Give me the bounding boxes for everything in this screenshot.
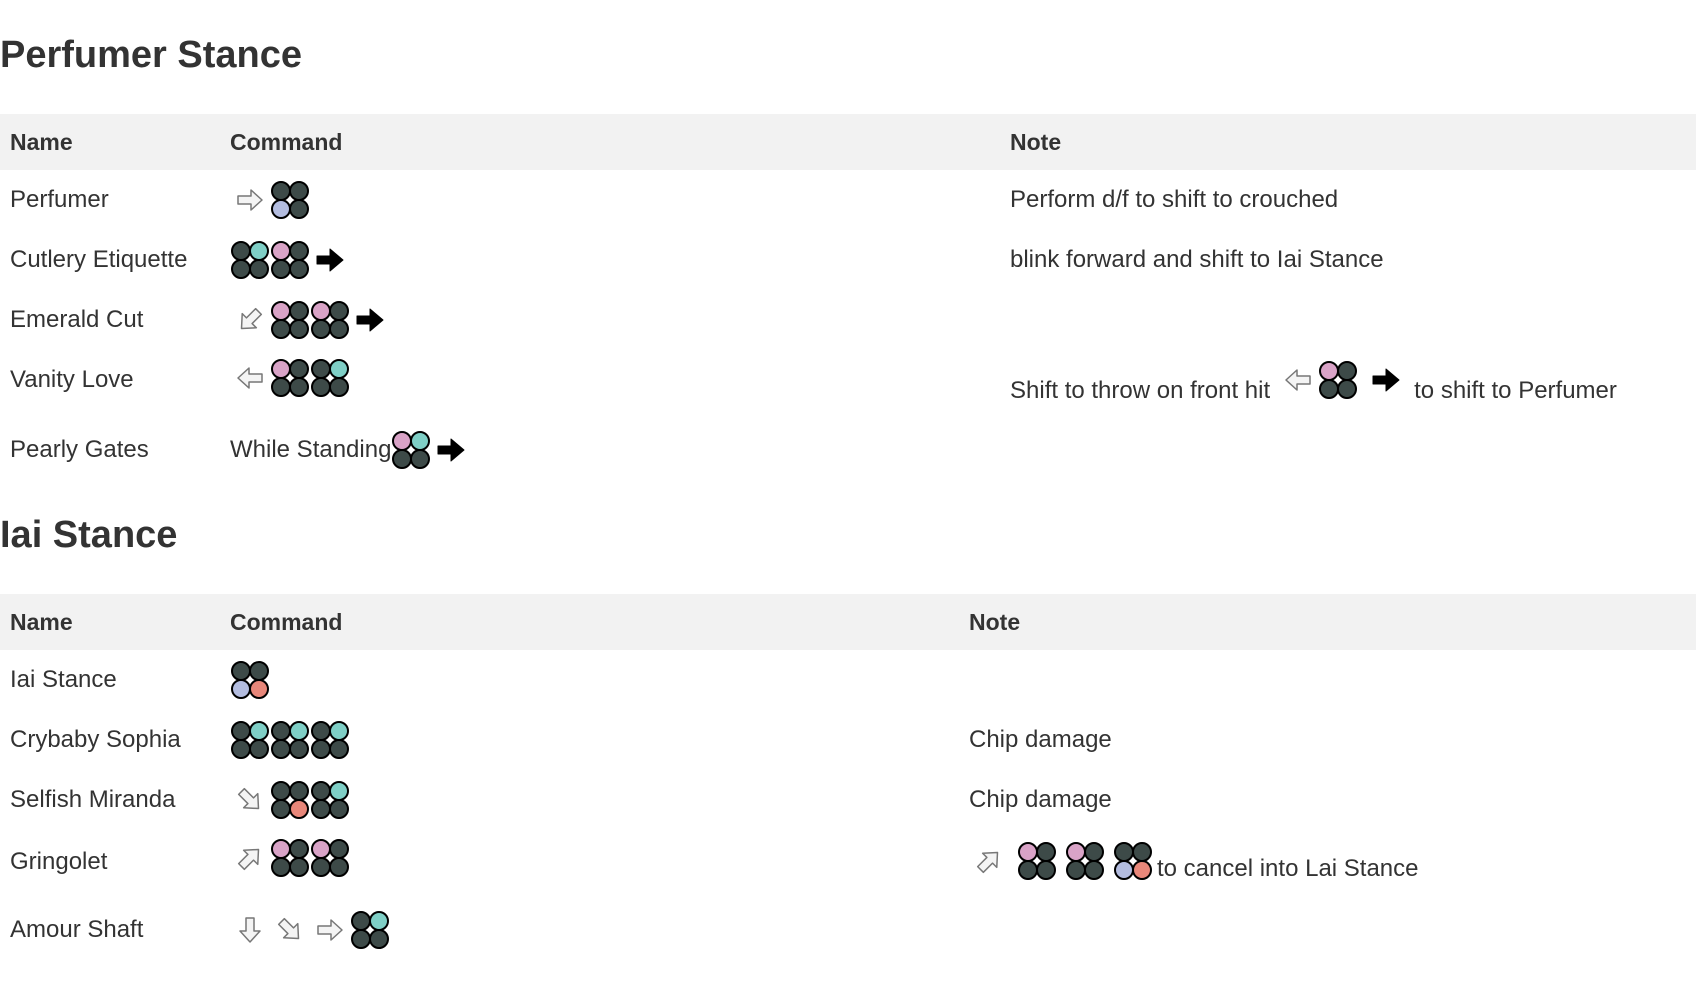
- move-note: blink forward and shift to Iai Stance: [1010, 246, 1384, 273]
- table-header: Name Command Note: [0, 114, 1696, 170]
- iai-stance-table: Name Command Note Iai Stance Crybaby Sop…: [0, 594, 1696, 960]
- move-command: While Standing: [230, 420, 471, 480]
- button-grid-icon: [351, 911, 389, 949]
- move-note: Shift to throw on front hit to shift to …: [1010, 356, 1617, 426]
- move-name: Vanity Love: [10, 366, 134, 393]
- move-note: Chip damage: [969, 726, 1112, 753]
- move-name: Crybaby Sophia: [10, 726, 181, 753]
- move-name: Selfish Miranda: [10, 786, 176, 813]
- move-note: Chip damage: [969, 786, 1112, 813]
- button-grid-icon: [1114, 842, 1152, 880]
- arrow-up-forward-icon: [234, 304, 266, 336]
- table-header: Name Command Note: [0, 594, 1696, 650]
- button-grid-icon: [271, 181, 309, 219]
- move-name: Emerald Cut: [10, 306, 144, 333]
- table-row: Emerald Cut: [0, 290, 1696, 350]
- button-grid-icon: [271, 839, 309, 877]
- button-grid-icon: [271, 241, 309, 279]
- column-header-command: Command: [230, 129, 343, 155]
- column-header-note: Note: [1010, 129, 1062, 155]
- move-name: Iai Stance: [10, 666, 117, 693]
- button-grid-icon: [271, 301, 309, 339]
- button-grid-icon: [311, 839, 349, 877]
- arrow-forward-icon: [237, 189, 263, 211]
- section-title-iai-stance: Iai Stance: [0, 514, 178, 556]
- button-grid-icon: [311, 301, 349, 339]
- move-note: to cancel into Lai Stance: [969, 834, 1419, 904]
- move-name: Perfumer: [10, 186, 109, 213]
- arrow-down-forward-icon: [234, 784, 266, 816]
- filled-arrow-icon: [356, 308, 384, 332]
- table-row: Crybaby Sophia Chip damage: [0, 710, 1696, 770]
- button-grid-icon: [1066, 842, 1104, 880]
- section-title-perfumer-stance: Perfumer Stance: [0, 34, 303, 76]
- move-command: [230, 830, 350, 886]
- table-row: Gringolet to cancel into Lai Stance: [0, 830, 1696, 900]
- arrow-up-forward-icon: [973, 845, 1005, 877]
- note-text: to shift to Perfumer: [1414, 377, 1617, 404]
- arrow-down-forward-icon: [274, 914, 306, 946]
- button-grid-icon: [1018, 842, 1056, 880]
- table-row: Vanity Love Shift to throw on front hit: [0, 350, 1696, 420]
- move-command: [230, 710, 350, 770]
- button-grid-icon: [311, 781, 349, 819]
- button-grid-icon: [231, 661, 269, 699]
- move-command: [230, 170, 310, 230]
- button-grid-icon: [231, 241, 269, 279]
- button-grid-icon: [1319, 361, 1358, 399]
- button-grid-icon: [271, 721, 309, 759]
- button-grid-icon: [311, 359, 349, 397]
- move-command: [230, 770, 350, 830]
- column-header-note: Note: [969, 609, 1021, 635]
- move-note: Perform d/f to shift to crouched: [1010, 186, 1339, 213]
- move-name: Cutlery Etiquette: [10, 246, 188, 273]
- table-row: Amour Shaft: [0, 900, 1696, 960]
- arrow-up-forward-icon: [234, 842, 266, 874]
- arrow-back-icon: [237, 367, 263, 389]
- column-header-name: Name: [10, 609, 73, 635]
- move-command: [230, 290, 390, 350]
- table-row: Cutlery Etiquette blink forward and shif…: [0, 230, 1696, 290]
- move-name: Amour Shaft: [10, 916, 144, 943]
- table-row: Iai Stance: [0, 650, 1696, 710]
- perfumer-stance-table: Name Command Note Perfumer Perform d/f t…: [0, 114, 1696, 480]
- move-command: [230, 650, 270, 710]
- move-command: [230, 230, 350, 290]
- move-command: [230, 350, 350, 406]
- button-grid-icon: [271, 359, 309, 397]
- button-grid-icon: [392, 431, 431, 469]
- button-grid-icon: [311, 721, 349, 759]
- move-name: Pearly Gates: [10, 436, 149, 463]
- note-text: Shift to throw on front hit: [1010, 377, 1271, 404]
- column-header-name: Name: [10, 129, 73, 155]
- column-header-command: Command: [230, 609, 343, 635]
- arrow-back-icon: [1285, 369, 1311, 391]
- button-grid-icon: [231, 721, 269, 759]
- filled-arrow-icon: [437, 438, 465, 462]
- move-name: Gringolet: [10, 848, 108, 875]
- command-text: While Standing: [230, 436, 392, 463]
- move-command: [230, 900, 390, 960]
- filled-arrow-icon: [316, 248, 344, 272]
- table-row: Pearly Gates While Standing: [0, 420, 1696, 480]
- note-text: to cancel into Lai Stance: [1157, 855, 1419, 882]
- filled-arrow-icon: [1372, 368, 1400, 392]
- arrow-down-icon: [239, 917, 261, 943]
- arrow-forward-icon: [317, 919, 343, 941]
- table-row: Perfumer Perform d/f to shift to crouche…: [0, 170, 1696, 230]
- table-row: Selfish Miranda Chip damage: [0, 770, 1696, 830]
- button-grid-icon: [271, 781, 309, 819]
